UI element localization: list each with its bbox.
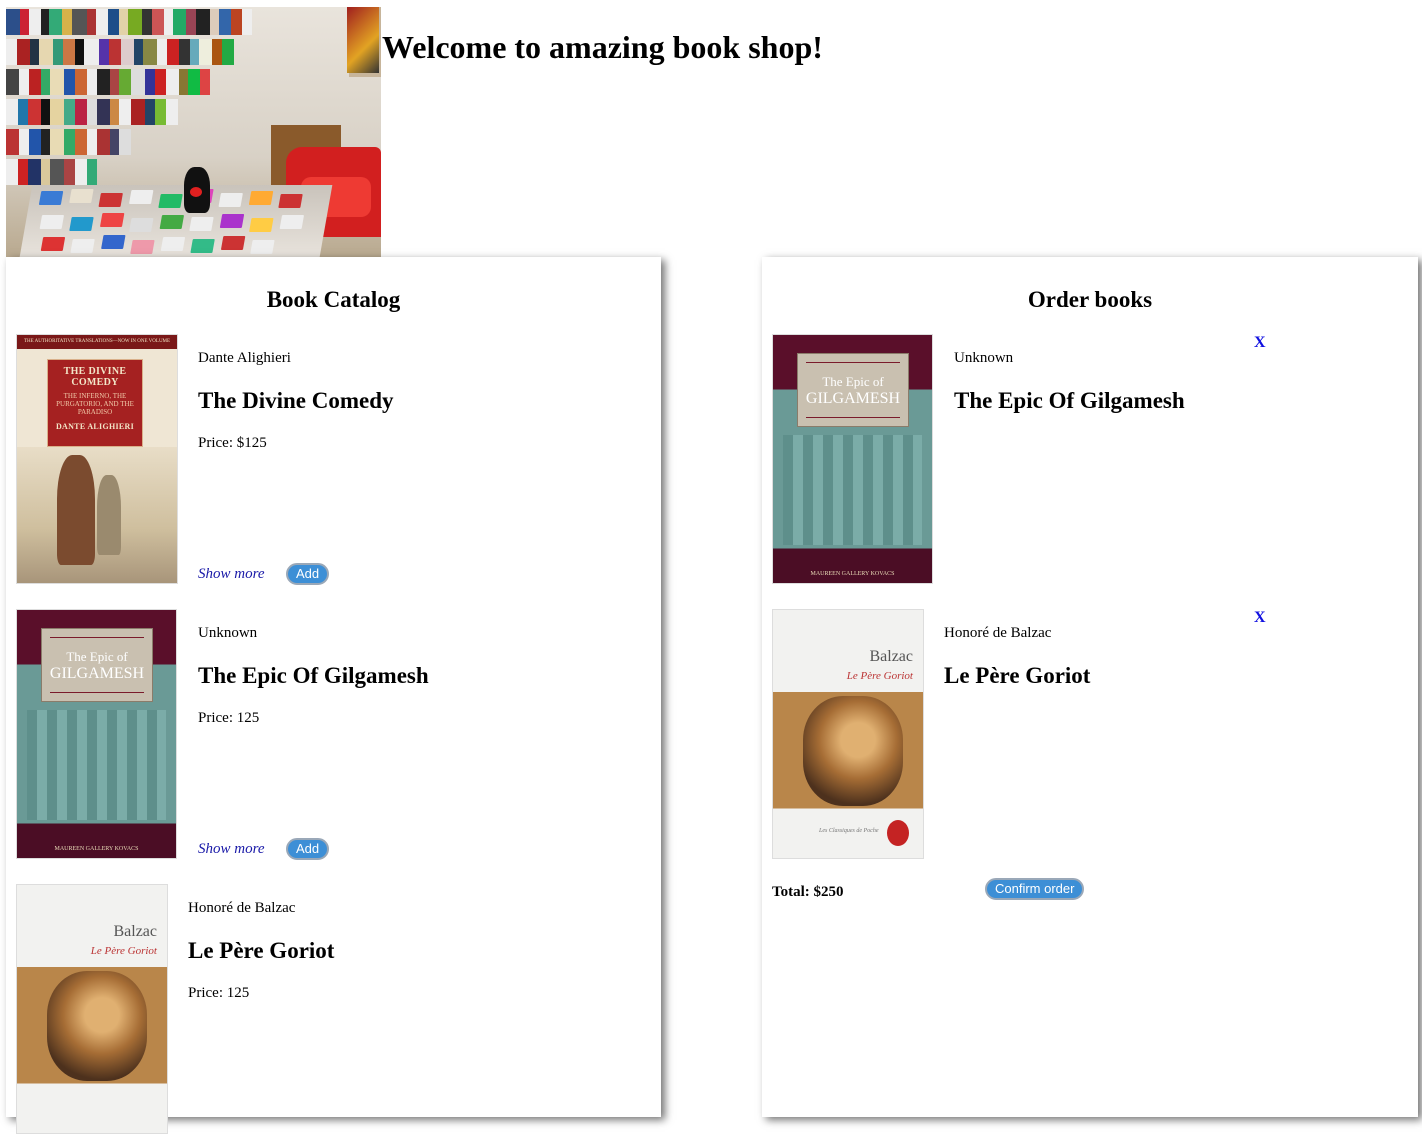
catalog-heading: Book Catalog [266,287,401,312]
cover-subtitle: THE INFERNO, THE PURGATORIO, AND THE PAR… [56,392,134,416]
book-title: The Epic Of Gilgamesh [954,388,1185,413]
book-price: Price: 125 [188,985,250,1001]
book-author: Honoré de Balzac [188,900,296,916]
cover-tagline: THE AUTHORITATIVE TRANSLATIONS—NOW IN ON… [17,335,177,349]
cover-title-small: The Epic of [66,649,128,664]
cover-title-box: THE DIVINE COMEDY THE INFERNO, THE PURGA… [47,359,143,447]
book-cover-gilgamesh: The Epic of GILGAMESH MAUREEN GALLERY KO… [772,334,933,584]
book-title: The Divine Comedy [198,388,394,413]
cover-publisher: MAUREEN GALLERY KOVACS [54,846,139,852]
order-heading: Order books [1027,287,1153,312]
bookshelf-row [6,99,321,125]
bookshelf-row [6,39,321,65]
book-title: Le Père Goriot [188,938,335,963]
cover-title-large: GILGAMESH [805,390,901,407]
cover-subtitle: Le Père Goriot [90,945,157,957]
bookshelf-row [6,9,321,35]
order-books-panel: Order books The Epic of GILGAMESH MAUREE… [762,257,1418,1117]
cover-title-plate: The Epic of GILGAMESH [41,628,153,702]
remove-item-button[interactable]: X [1254,609,1266,627]
book-cover-pere-goriot: Balzac Le Père Goriot [16,884,168,1134]
cover-figure [57,455,95,565]
cover-author-name: Balzac [869,648,913,665]
order-total: Total: $250 [772,884,844,900]
remove-item-button[interactable]: X [1254,334,1266,352]
cover-relief [27,710,166,820]
book-cover-gilgamesh: The Epic of GILGAMESH MAUREEN GALLERY KO… [16,609,177,859]
book-catalog-panel: Book Catalog THE AUTHORITATIVE TRANSLATI… [6,257,661,1134]
book-cover-pere-goriot: Balzac Le Père Goriot Les Classiques de … [772,609,924,859]
cover-relief [783,435,922,545]
cover-portrait [47,971,147,1081]
cover-figure [97,475,121,555]
show-more-link[interactable]: Show more [198,841,265,858]
cover-title: THE DIVINE COMEDY [63,366,127,388]
confirm-order-button[interactable]: Confirm order [985,878,1085,900]
book-price: Price: 125 [198,710,260,726]
book-cover-divine-comedy: THE AUTHORITATIVE TRANSLATIONS—NOW IN ON… [16,334,178,584]
cover-title-large: GILGAMESH [49,665,145,682]
show-more-link[interactable]: Show more [198,566,265,583]
book-title: The Epic Of Gilgamesh [198,663,429,688]
cover-author: DANTE ALIGHIERI [55,422,135,431]
book-author: Unknown [198,625,258,641]
bookshelf-row [6,69,321,95]
cover-publisher: MAUREEN GALLERY KOVACS [810,571,895,577]
book-table [19,185,333,257]
cover-author-name: Balzac [113,923,157,940]
page-title: Welcome to amazing book shop! [382,29,823,65]
cover-subtitle: Le Père Goriot [846,670,913,682]
bookshop-hero-image [6,7,381,257]
publisher-logo [887,820,909,846]
cover-title-plate: The Epic of GILGAMESH [797,353,909,427]
book-title: Le Père Goriot [944,663,1091,688]
cover-collection: Les Classiques de Poche [819,828,879,834]
add-to-bag-button[interactable]: Add to bag [286,838,330,892]
painting [347,7,379,73]
cover-portrait [803,696,903,806]
book-price: Price: $125 [198,435,267,451]
book-author: Honoré de Balzac [944,625,1052,641]
book-author: Unknown [954,350,1014,366]
cover-title-small: The Epic of [822,374,884,389]
bookshelf-row [6,129,261,155]
add-to-bag-button[interactable]: Add to bag [286,563,330,617]
book-author: Dante Alighieri [198,350,291,366]
rooster-figurine [184,167,210,213]
